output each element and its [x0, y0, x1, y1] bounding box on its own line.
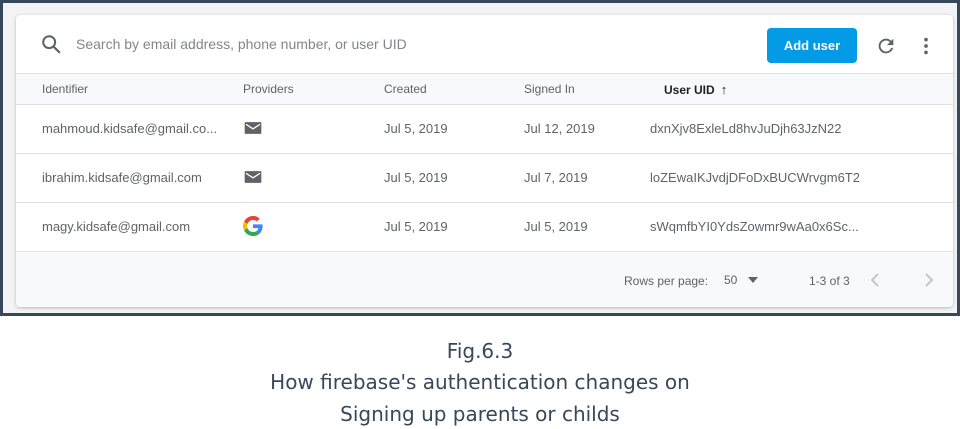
search-input[interactable]	[76, 31, 596, 57]
refresh-icon[interactable]	[875, 35, 897, 57]
figure-caption-line-1: How firebase's authentication changes on	[270, 370, 690, 394]
table-row[interactable]: magy.kidsafe@gmail.com Jul 5, 2019 Jul 5…	[16, 203, 953, 252]
email-icon	[244, 171, 262, 183]
cell-created: Jul 5, 2019	[384, 219, 448, 234]
search-icon	[42, 35, 61, 54]
dropdown-caret-icon[interactable]	[748, 276, 758, 284]
cell-identifier: mahmoud.kidsafe@gmail.co...	[42, 121, 218, 136]
cell-signed-in: Jul 7, 2019	[524, 170, 588, 185]
figure-caption-line-2: Signing up parents or childs	[340, 402, 620, 426]
column-header-user-uid-label: User UID	[664, 83, 715, 97]
table-header: Identifier Providers Created Signed In U…	[16, 73, 953, 105]
cell-identifier: ibrahim.kidsafe@gmail.com	[42, 170, 202, 185]
users-table-card: Add user Identifier Providers Created Si…	[16, 15, 953, 307]
cell-user-uid: dxnXjv8ExleLd8hvJuDjh63JzN22	[650, 121, 842, 136]
pagination-range: 1-3 of 3	[809, 274, 850, 288]
sort-ascending-icon[interactable]: ↑	[721, 82, 728, 97]
cell-user-uid: sWqmfbYI0YdsZowmr9wAa0x6Sc...	[650, 219, 859, 234]
column-header-user-uid[interactable]: User UID ↑	[664, 82, 727, 97]
screenshot-frame: Add user Identifier Providers Created Si…	[0, 0, 960, 316]
table-pagination: Rows per page: 50 1-3 of 3	[16, 253, 953, 307]
cell-signed-in: Jul 12, 2019	[524, 121, 595, 136]
search-bar: Add user	[16, 15, 953, 73]
column-header-created[interactable]: Created	[384, 82, 427, 96]
figure-number: Fig.6.3	[446, 339, 514, 363]
google-icon	[243, 216, 263, 236]
column-header-signed-in[interactable]: Signed In	[524, 82, 575, 96]
more-vert-icon[interactable]	[915, 35, 937, 57]
chevron-right-icon[interactable]	[922, 271, 936, 289]
cell-signed-in: Jul 5, 2019	[524, 219, 588, 234]
table-row[interactable]: ibrahim.kidsafe@gmail.com Jul 5, 2019 Ju…	[16, 154, 953, 203]
rows-per-page-select[interactable]: 50	[724, 273, 737, 287]
chevron-left-icon[interactable]	[868, 271, 882, 289]
column-header-providers: Providers	[243, 82, 294, 96]
cell-identifier: magy.kidsafe@gmail.com	[42, 219, 191, 234]
column-header-identifier[interactable]: Identifier	[42, 82, 88, 96]
cell-user-uid: loZEwaIKJvdjDFoDxBUCWrvgm6T2	[650, 170, 860, 185]
cell-created: Jul 5, 2019	[384, 170, 448, 185]
table-row[interactable]: mahmoud.kidsafe@gmail.co... Jul 5, 2019 …	[16, 105, 953, 154]
cell-created: Jul 5, 2019	[384, 121, 448, 136]
add-user-button[interactable]: Add user	[767, 28, 857, 63]
rows-per-page-label: Rows per page:	[624, 274, 709, 288]
email-icon	[244, 122, 262, 134]
